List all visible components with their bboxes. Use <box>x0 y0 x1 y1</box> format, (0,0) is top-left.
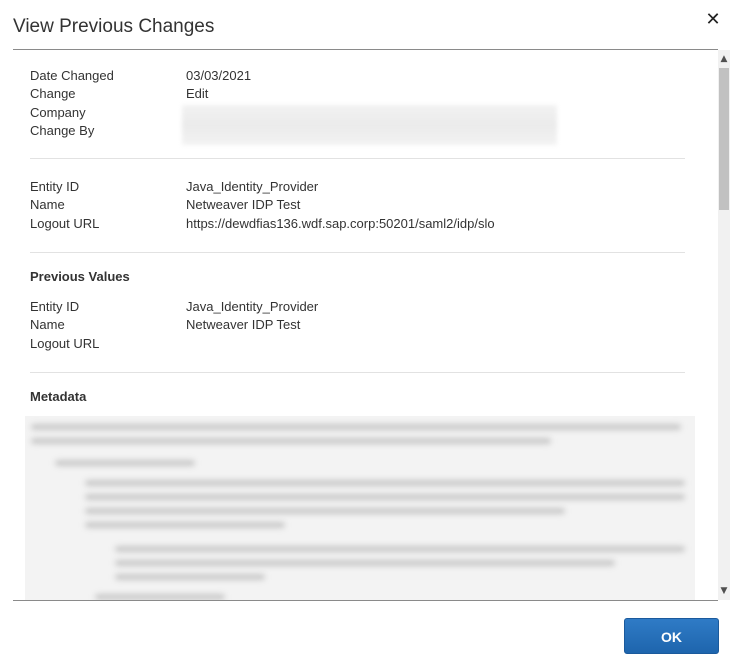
name-label: Name <box>30 197 65 212</box>
prev-entity-id-value: Java_Identity_Provider <box>186 299 319 314</box>
metadata-heading: Metadata <box>30 389 87 404</box>
prev-entity-id-label: Entity ID <box>30 299 80 314</box>
entity-id-label: Entity ID <box>30 179 80 194</box>
logout-url-value: https://dewdfias136.wdf.sap.corp:50201/s… <box>186 216 495 231</box>
prev-name-value: Netweaver IDP Test <box>186 317 301 332</box>
redacted-company-block <box>182 105 557 145</box>
previous-values-heading: Previous Values <box>30 269 130 284</box>
company-label: Company <box>30 105 86 120</box>
footer-divider <box>13 600 718 601</box>
logout-url-label: Logout URL <box>30 216 100 231</box>
view-previous-changes-dialog: View Previous Changes ✕ Date Changed 03/… <box>0 0 730 666</box>
section-divider <box>30 158 685 159</box>
dialog-content: Date Changed 03/03/2021 Change Edit Comp… <box>13 50 718 600</box>
vertical-scrollbar[interactable]: ▲ ▼ <box>718 50 730 600</box>
ok-button[interactable]: OK <box>624 618 719 654</box>
date-changed-value: 03/03/2021 <box>186 68 252 83</box>
scrollbar-thumb[interactable] <box>719 68 729 210</box>
change-label: Change <box>30 86 76 101</box>
change-by-label: Change By <box>30 123 95 138</box>
scroll-down-arrow-icon[interactable]: ▼ <box>718 584 730 598</box>
date-changed-label: Date Changed <box>30 68 114 83</box>
section-divider <box>30 252 685 253</box>
entity-id-value: Java_Identity_Provider <box>186 179 319 194</box>
section-divider <box>30 372 685 373</box>
close-icon[interactable]: ✕ <box>704 10 722 30</box>
name-value: Netweaver IDP Test <box>186 197 301 212</box>
dialog-title: View Previous Changes <box>13 16 215 37</box>
scroll-up-arrow-icon[interactable]: ▲ <box>718 52 730 66</box>
prev-logout-url-label: Logout URL <box>30 336 100 351</box>
prev-name-label: Name <box>30 317 65 332</box>
metadata-redacted-content <box>25 416 695 600</box>
change-value: Edit <box>186 86 209 101</box>
